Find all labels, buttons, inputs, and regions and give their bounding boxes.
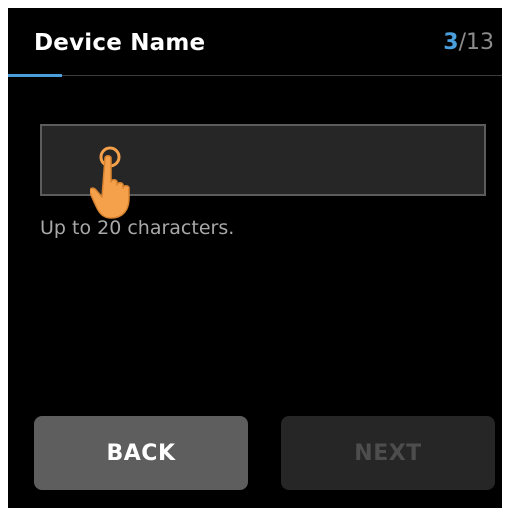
back-button[interactable]: BACK xyxy=(34,416,248,490)
step-current: 3 xyxy=(443,30,459,55)
header: Device Name 3/13 xyxy=(8,8,502,76)
step-total: /13 xyxy=(458,30,494,55)
device-name-screen: Device Name 3/13 Up to 20 characters. BA… xyxy=(8,8,502,508)
page-title: Device Name xyxy=(34,30,206,56)
header-divider xyxy=(8,75,502,76)
back-button-label: BACK xyxy=(106,440,176,466)
step-counter: 3/13 xyxy=(443,30,494,55)
character-limit-hint: Up to 20 characters. xyxy=(40,217,235,239)
next-button[interactable]: NEXT xyxy=(281,416,495,490)
progress-indicator xyxy=(8,74,62,77)
device-name-input[interactable] xyxy=(40,124,486,196)
next-button-label: NEXT xyxy=(354,440,422,466)
